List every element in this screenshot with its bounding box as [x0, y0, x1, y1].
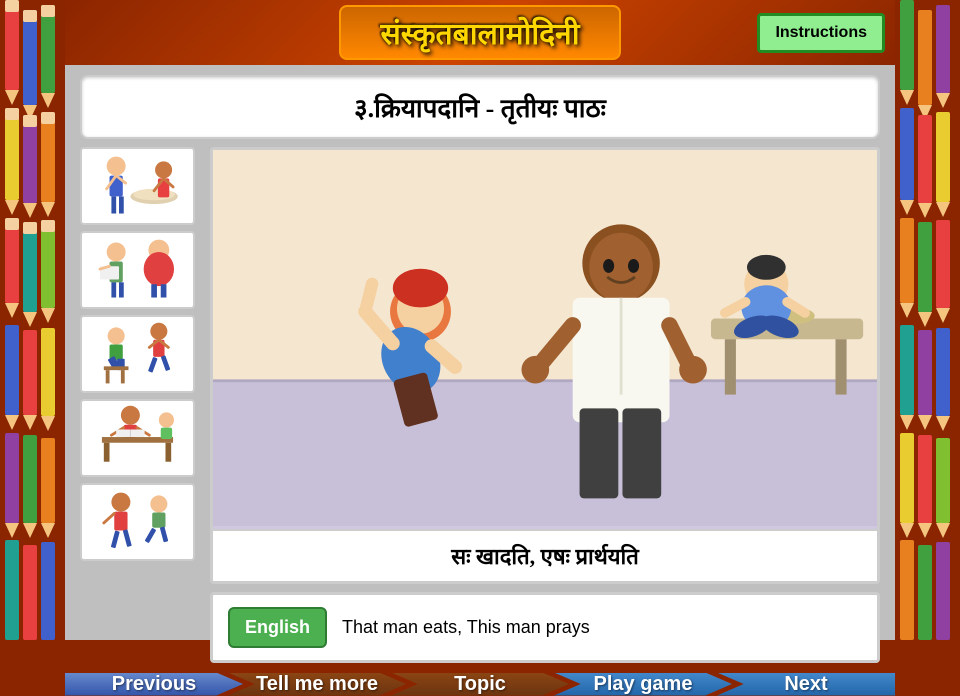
content-area: ३.क्रियापदानि - तृतीयः पाठः	[65, 65, 895, 673]
english-translation-box: English That man eats, This man prays	[210, 592, 880, 663]
english-translation-text: That man eats, This man prays	[342, 617, 590, 638]
topic-button[interactable]: Topic	[391, 673, 569, 696]
next-button[interactable]: Next	[717, 673, 895, 696]
next-label: Next	[784, 673, 827, 696]
previous-label: Previous	[112, 673, 196, 696]
thumbnails-list	[80, 147, 195, 663]
tell-more-button[interactable]: Tell me more	[228, 673, 406, 696]
thumbnail-1[interactable]	[80, 147, 195, 225]
sanskrit-text: सः खादति, एषः प्रार्थयति	[213, 529, 877, 581]
app-header: संस्कृतबालामोदिनी Instructions	[65, 0, 895, 65]
left-pencil-border	[0, 0, 65, 640]
topic-label: Topic	[454, 673, 506, 696]
right-pencil-border	[895, 0, 960, 640]
play-game-button[interactable]: Play game	[554, 673, 732, 696]
previous-button[interactable]: Previous	[65, 673, 243, 696]
tell-more-label: Tell me more	[256, 673, 378, 696]
english-badge: English	[228, 607, 327, 648]
main-scene	[213, 150, 877, 529]
lesson-body: सः खादति, एषः प्रार्थयति English That ma…	[80, 147, 880, 663]
thumbnail-5[interactable]	[80, 483, 195, 561]
play-game-label: Play game	[594, 673, 693, 696]
app-title: संस्कृतबालामोदिनी	[339, 5, 622, 60]
main-content-panel: सः खादति, एषः प्रार्थयति English That ma…	[210, 147, 880, 663]
thumbnail-2[interactable]	[80, 231, 195, 309]
thumbnail-4[interactable]	[80, 399, 195, 477]
instructions-button[interactable]: Instructions	[757, 13, 885, 53]
bottom-navigation: Previous Tell me more Topic Play game Ne…	[65, 673, 895, 696]
thumbnail-3[interactable]	[80, 315, 195, 393]
main-image-box: सः खादति, एषः प्रार्थयति	[210, 147, 880, 584]
lesson-title: ३.क्रियापदानि - तृतीयः पाठः	[80, 75, 880, 139]
main-wrapper: संस्कृतबालामोदिनी Instructions ३.क्रियाप…	[65, 0, 895, 640]
